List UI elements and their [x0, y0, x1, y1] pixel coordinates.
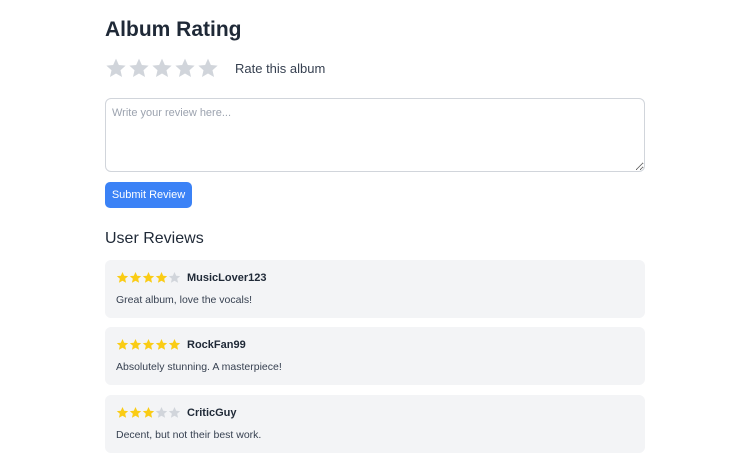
reviewer-name: CriticGuy	[187, 406, 237, 419]
star-icon	[129, 338, 142, 350]
review-card: RockFan99 Absolutely stunning. A masterp…	[105, 327, 645, 385]
review-stars	[116, 406, 181, 419]
star-icon[interactable]	[151, 57, 173, 79]
review-stars	[116, 271, 181, 284]
review-stars	[116, 338, 181, 351]
star-icon[interactable]	[105, 57, 127, 79]
review-text: Absolutely stunning. A masterpiece!	[116, 361, 282, 373]
star-icon	[116, 406, 129, 418]
star-icon[interactable]	[197, 57, 219, 79]
star-icon	[142, 271, 155, 283]
star-icon	[168, 271, 181, 283]
reviewer-name: MusicLover123	[187, 271, 267, 284]
review-text: Great album, love the vocals!	[116, 294, 252, 306]
rating-row: Rate this album	[105, 57, 325, 79]
review-text: Decent, but not their best work.	[116, 429, 262, 441]
user-reviews-heading: User Reviews	[105, 230, 204, 247]
reviewer-name: RockFan99	[187, 338, 246, 351]
star-icon	[168, 338, 181, 350]
star-icon[interactable]	[128, 57, 150, 79]
star-icon	[155, 406, 168, 418]
rating-stars	[105, 57, 219, 79]
review-header: RockFan99	[116, 338, 246, 351]
review-textarea[interactable]	[105, 98, 645, 172]
star-icon	[142, 406, 155, 418]
rate-label: Rate this album	[235, 60, 326, 76]
review-card: CriticGuy Decent, but not their best wor…	[105, 395, 645, 453]
star-icon	[155, 338, 168, 350]
star-icon	[116, 271, 129, 283]
page-title: Album Rating	[105, 18, 242, 41]
star-icon	[129, 406, 142, 418]
star-icon	[129, 271, 142, 283]
star-icon	[155, 271, 168, 283]
star-icon[interactable]	[174, 57, 196, 79]
review-header: CriticGuy	[116, 406, 237, 419]
star-icon	[142, 338, 155, 350]
review-header: MusicLover123	[116, 271, 266, 284]
review-card: MusicLover123 Great album, love the voca…	[105, 260, 645, 318]
star-icon	[168, 406, 181, 418]
star-icon	[116, 338, 129, 350]
submit-review-button[interactable]: Submit Review	[105, 182, 192, 208]
